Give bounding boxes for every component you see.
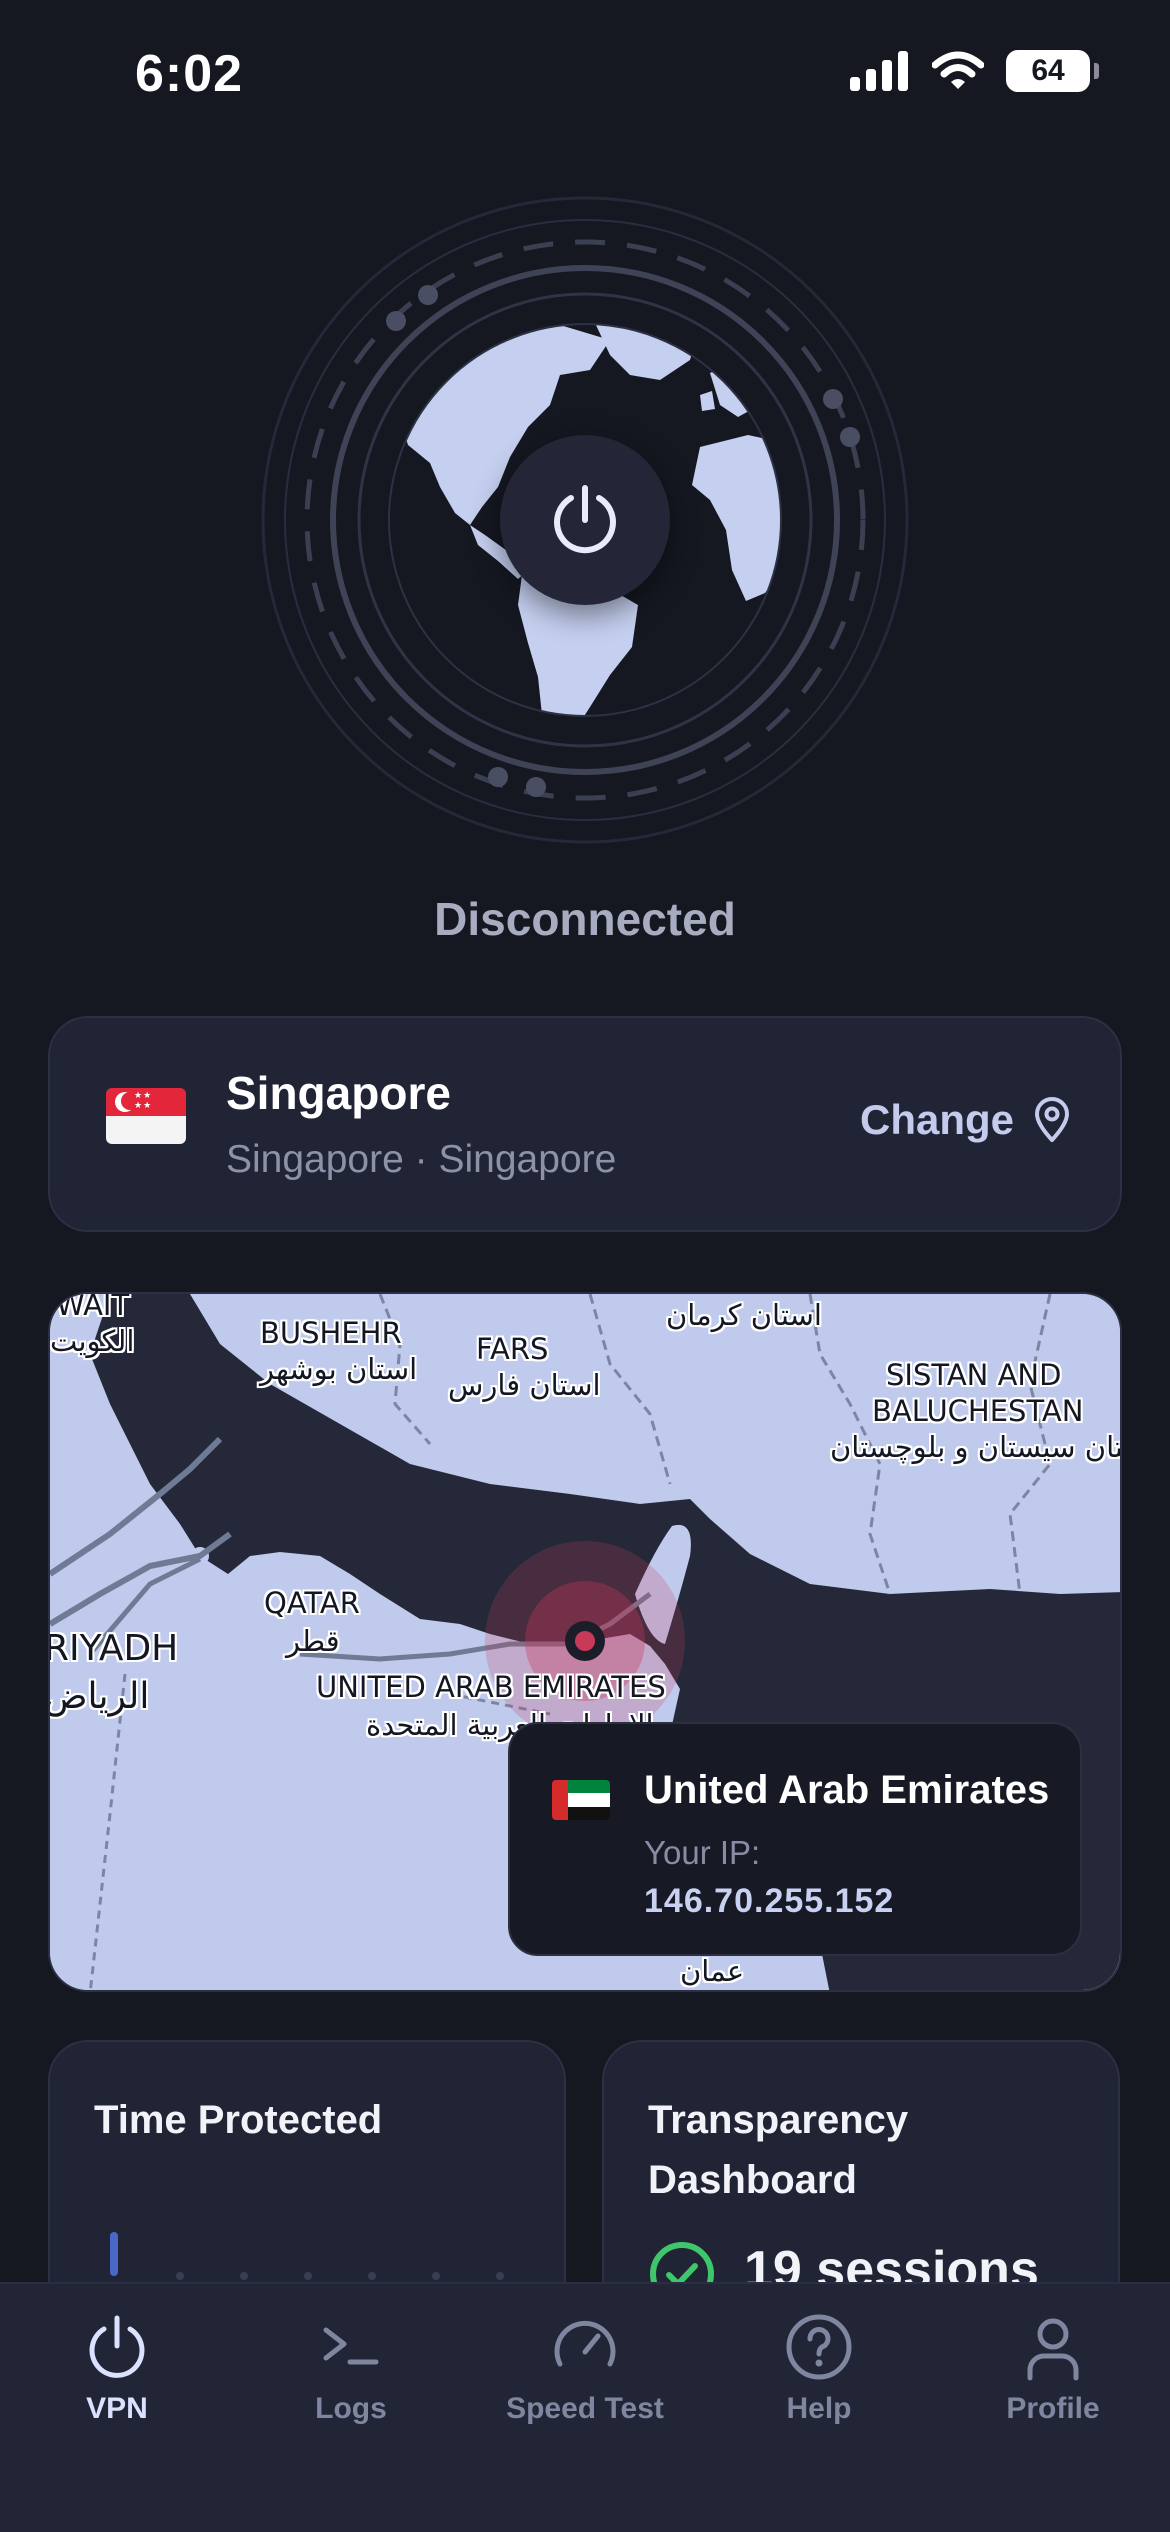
tab-speed-test[interactable]: Speed Test — [468, 2284, 702, 2532]
map-label-bushehr-fa: استان بوشهر — [260, 1352, 418, 1386]
tab-logs[interactable]: Logs — [234, 2284, 468, 2532]
tab-label: Profile — [1006, 2392, 1100, 2425]
location-marker-icon — [565, 1621, 605, 1661]
singapore-flag-icon: ★★ ★★ — [106, 1088, 186, 1144]
power-icon — [80, 2310, 154, 2384]
map-label-kuwait: WAIT — [56, 1292, 130, 1322]
status-bar: 6:02 64 — [0, 0, 1170, 150]
popup-country: United Arab Emirates — [644, 1768, 1050, 1812]
map-label-riyadh: RIYADH — [48, 1628, 179, 1669]
tab-vpn[interactable]: VPN — [0, 2284, 234, 2532]
connection-status: Disconnected — [434, 893, 736, 945]
map-label-qatar: QATAR — [264, 1586, 360, 1620]
map-label-riyadh-ar: الرياض — [48, 1676, 150, 1717]
map-label-fars-fa: استان فارس — [448, 1368, 601, 1402]
tab-label: VPN — [86, 2392, 148, 2425]
power-icon — [554, 485, 616, 554]
uae-flag-icon — [552, 1780, 610, 1820]
bottom-tab-bar: VPN Logs Speed Test Help Profile — [0, 2282, 1170, 2532]
status-time: 6:02 — [135, 45, 244, 103]
change-location-button[interactable]: Change — [860, 1096, 1070, 1144]
connect-power-button[interactable] — [500, 435, 670, 605]
popup-ip-value: 146.70.255.152 — [644, 1882, 895, 1920]
time-protected-title: Time Protected — [94, 2098, 383, 2142]
tab-profile[interactable]: Profile — [936, 2284, 1170, 2532]
question-icon — [782, 2310, 856, 2384]
map-label-qatar-ar: قطر — [286, 1624, 340, 1658]
cellular-signal-icon — [850, 51, 908, 91]
speedometer-icon — [548, 2310, 622, 2384]
map-label-bushehr: BUSHEHR — [260, 1316, 402, 1350]
terminal-icon — [314, 2310, 388, 2384]
tab-label: Help — [786, 2392, 852, 2425]
location-country: Singapore — [226, 1067, 451, 1119]
popup-ip-label: Your IP: — [644, 1834, 761, 1871]
map-pin-icon — [1035, 1097, 1069, 1142]
map-label-sistan-2: BALUCHESTAN — [872, 1394, 1084, 1428]
wifi-icon — [932, 51, 984, 89]
map-label-sistan-1: SISTAN AND — [886, 1358, 1062, 1392]
tab-help[interactable]: Help — [702, 2284, 936, 2532]
map-label-oman-ar: عمان — [680, 1954, 745, 1988]
globe-hero — [260, 195, 910, 845]
location-card[interactable]: ★★ ★★ Singapore Singapore · Singapore Cha… — [48, 1016, 1122, 1232]
battery-icon: 64 — [1006, 50, 1099, 92]
location-map[interactable]: WAIT الكويت BUSHEHR استان بوشهر FARS است… — [48, 1292, 1122, 1992]
map-label-kerman-fa: استان كرمان — [666, 1298, 822, 1332]
ip-info-popup: United Arab Emirates Your IP: 146.70.255… — [508, 1722, 1082, 1956]
tab-label: Logs — [315, 2392, 387, 2425]
person-icon — [1016, 2310, 1090, 2384]
battery-level: 64 — [1031, 54, 1065, 87]
map-label-kuwait-ar: الكويت — [50, 1324, 135, 1358]
tab-label: Speed Test — [506, 2392, 664, 2425]
map-label-fars: FARS — [476, 1332, 549, 1366]
transparency-title: Transparency Dashboard — [648, 2098, 909, 2202]
location-detail: Singapore · Singapore — [226, 1138, 617, 1181]
map-label-sistan-fa: استان سیستان و بلوچستان — [830, 1430, 1122, 1464]
map-label-uae: UNITED ARAB EMIRATES — [316, 1670, 666, 1704]
status-icons: 64 — [850, 50, 1099, 92]
change-label: Change — [859, 1096, 1014, 1143]
